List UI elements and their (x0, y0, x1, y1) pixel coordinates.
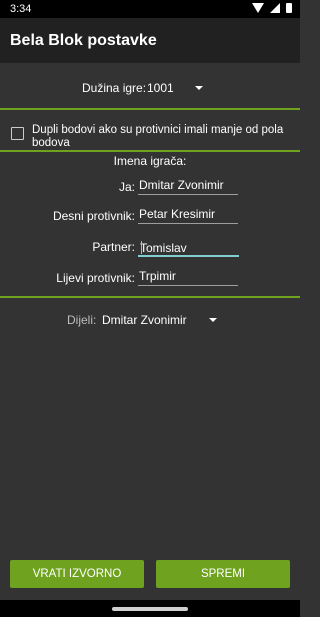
left-opponent-label: Lijevi protivnik: (56, 271, 135, 285)
divider-middle (0, 150, 300, 152)
dealer-select[interactable]: Dmitar Zvonimir (102, 313, 187, 327)
page-title: Bela Blok postavke (10, 32, 157, 49)
partner-value: Tomislav (140, 241, 187, 255)
double-points-checkbox[interactable] (11, 127, 24, 140)
dealer-label: Dijeli: (67, 313, 97, 327)
status-bar: 3:34 (0, 0, 300, 18)
chevron-down-icon[interactable] (195, 86, 203, 90)
right-opponent-label: Desni protivnik: (52, 209, 135, 223)
dealer-row: Dijeli: Dmitar Zvonimir (0, 310, 300, 330)
navigation-bar (0, 600, 300, 617)
right-opponent-input[interactable]: Petar Kresimir (138, 205, 238, 224)
game-length-label: Dužina igre: (82, 81, 147, 95)
save-button[interactable]: SPREMI (156, 560, 290, 588)
left-opponent-value: Trpimir (139, 269, 176, 283)
status-icons (252, 3, 292, 13)
battery-icon (286, 3, 292, 13)
right-opponent-value: Petar Kresimir (139, 207, 216, 221)
game-length-select[interactable]: 1001 (147, 81, 174, 95)
me-label: Ja: (118, 180, 135, 194)
partner-label: Partner: (92, 240, 135, 254)
status-time: 3:34 (10, 3, 32, 15)
double-points-label[interactable]: Dupli bodovi ako su protivnici imali man… (32, 124, 292, 150)
divider-bottom (0, 296, 300, 298)
divider-top (0, 108, 300, 110)
text-cursor (141, 241, 142, 254)
chevron-down-icon[interactable] (209, 318, 217, 322)
players-title: Imena igrača: (113, 154, 187, 168)
left-opponent-input[interactable]: Trpimir (138, 267, 238, 286)
app-bar: Bela Blok postavke (0, 18, 300, 63)
home-gesture-handle[interactable] (112, 607, 188, 611)
game-length-row: Dužina igre: 1001 (0, 78, 300, 98)
signal-icon (270, 3, 280, 13)
me-name-input[interactable]: Dmitar Zvonimir (138, 176, 238, 195)
reset-button[interactable]: VRATI IZVORNO (10, 560, 144, 588)
me-name-value: Dmitar Zvonimir (139, 178, 224, 192)
wifi-icon (252, 3, 264, 13)
partner-input[interactable]: Tomislav (138, 237, 239, 257)
